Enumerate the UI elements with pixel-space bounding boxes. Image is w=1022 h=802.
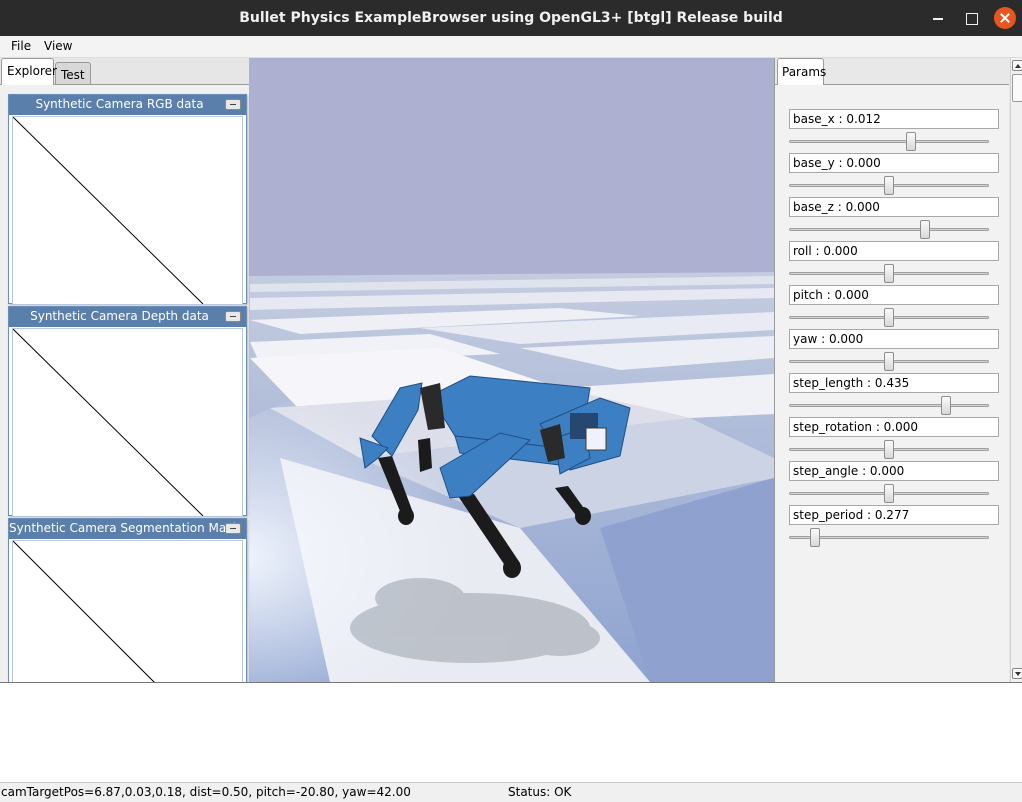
camera-rgb-title: Synthetic Camera RGB data bbox=[35, 97, 204, 111]
menu-view[interactable]: View bbox=[44, 39, 72, 53]
tab-explorer[interactable]: Explorer bbox=[1, 58, 57, 85]
status-text: Status: OK bbox=[508, 785, 572, 799]
status-bar: camTargetPos=6.87,0.03,0.18, dist=0.50, … bbox=[0, 782, 1022, 802]
param-step-rotation-field: step_rotation : 0.000 bbox=[789, 417, 999, 437]
console-area bbox=[0, 682, 1022, 782]
close-icon[interactable] bbox=[994, 7, 1016, 29]
window-title: Bullet Physics ExampleBrowser using Open… bbox=[239, 10, 783, 26]
collapse-icon[interactable] bbox=[225, 523, 241, 534]
camera-depth-image bbox=[12, 328, 243, 517]
slider-thumb[interactable] bbox=[884, 352, 894, 371]
camera-depth-header[interactable]: Synthetic Camera Depth data bbox=[9, 307, 246, 327]
maximize-icon[interactable] bbox=[961, 8, 981, 28]
camera-rgb-window[interactable]: Synthetic Camera RGB data bbox=[8, 94, 247, 305]
param-step-rotation-slider[interactable] bbox=[789, 440, 989, 459]
camera-status: camTargetPos=6.87,0.03,0.18, dist=0.50, … bbox=[1, 785, 411, 799]
camera-rgb-image bbox=[12, 116, 243, 305]
minimize-icon[interactable] bbox=[928, 8, 948, 28]
slider-thumb[interactable] bbox=[941, 396, 952, 415]
scrollbar-thumb[interactable] bbox=[1012, 74, 1022, 102]
param-step-period-field: step_period : 0.277 bbox=[789, 505, 999, 525]
collapse-icon[interactable] bbox=[225, 99, 241, 110]
menu-file[interactable]: File bbox=[11, 39, 31, 53]
param-roll-slider[interactable] bbox=[789, 264, 989, 283]
slider-thumb[interactable] bbox=[884, 308, 894, 327]
camera-segmentation-header[interactable]: Synthetic Camera Segmentation Mask bbox=[9, 519, 246, 539]
param-yaw-slider[interactable] bbox=[789, 352, 989, 371]
slider-thumb[interactable] bbox=[919, 220, 930, 239]
camera-depth-window[interactable]: Synthetic Camera Depth data bbox=[8, 306, 247, 517]
slider-thumb[interactable] bbox=[884, 264, 894, 283]
param-step-angle-slider[interactable] bbox=[789, 484, 989, 503]
param-roll-field: roll : 0.000 bbox=[789, 241, 999, 261]
slider-thumb[interactable] bbox=[884, 176, 894, 195]
param-step-length-field: step_length : 0.435 bbox=[789, 373, 999, 393]
slider-thumb[interactable] bbox=[884, 440, 894, 459]
collapse-icon[interactable] bbox=[225, 311, 241, 322]
param-yaw-field: yaw : 0.000 bbox=[789, 329, 999, 349]
param-step-angle-field: step_angle : 0.000 bbox=[789, 461, 999, 481]
params-scrollbar[interactable] bbox=[1010, 58, 1022, 682]
param-pitch-slider[interactable] bbox=[789, 308, 989, 327]
param-base-z-field: base_z : 0.000 bbox=[789, 197, 999, 217]
param-pitch-field: pitch : 0.000 bbox=[789, 285, 999, 305]
slider-thumb[interactable] bbox=[884, 484, 894, 503]
slider-thumb[interactable] bbox=[809, 528, 820, 547]
param-step-period-slider[interactable] bbox=[789, 528, 989, 547]
param-base-y-slider[interactable] bbox=[789, 176, 989, 195]
scroll-up-icon[interactable] bbox=[1012, 60, 1022, 71]
slider-thumb[interactable] bbox=[905, 132, 916, 151]
menu-bar: File View bbox=[0, 36, 1022, 58]
camera-depth-title: Synthetic Camera Depth data bbox=[30, 309, 209, 323]
param-base-z-slider[interactable] bbox=[789, 220, 989, 239]
param-base-x-slider[interactable] bbox=[789, 132, 989, 151]
tab-params[interactable]: Params bbox=[777, 58, 826, 85]
param-step-length-slider[interactable] bbox=[789, 396, 989, 415]
scroll-down-icon[interactable] bbox=[1012, 668, 1022, 679]
camera-segmentation-title: Synthetic Camera Segmentation Mask bbox=[9, 521, 240, 535]
params-body: base_x : 0.012 base_y : 0.000 base_z : 0… bbox=[775, 84, 1009, 682]
camera-rgb-header[interactable]: Synthetic Camera RGB data bbox=[9, 95, 246, 115]
params-panel: Params base_x : 0.012 base_y : 0.000 bas… bbox=[774, 58, 1022, 682]
title-bar: Bullet Physics ExampleBrowser using Open… bbox=[0, 0, 1022, 36]
param-base-y-field: base_y : 0.000 bbox=[789, 153, 999, 173]
param-base-x-field: base_x : 0.012 bbox=[789, 109, 999, 129]
